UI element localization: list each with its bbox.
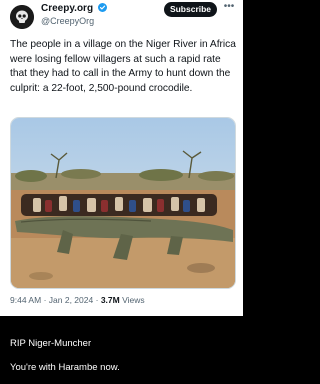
meta-separator: ·: [43, 295, 47, 305]
meta-separator-2: ·: [95, 295, 99, 305]
views-label: Views: [122, 295, 145, 305]
subscribe-button[interactable]: Subscribe: [164, 2, 217, 17]
author-name-text: Creepy.org: [41, 3, 94, 14]
post-meta: 9:44 AM · Jan 2, 2024 · 3.7M Views: [10, 295, 145, 305]
post-time[interactable]: 9:44 AM: [10, 295, 41, 305]
post-text: The people in a village on the Niger Riv…: [10, 39, 236, 94]
crocodile-photo-image: [11, 118, 235, 288]
avatar[interactable]: [10, 5, 34, 29]
more-options-icon[interactable]: •••: [222, 1, 236, 15]
comment-line-1: RIP Niger-Muncher: [10, 338, 92, 349]
post-date[interactable]: Jan 2, 2024: [49, 295, 93, 305]
skull-logo-icon: [10, 5, 34, 29]
views-count: 3.7M: [100, 295, 120, 305]
post-image[interactable]: [10, 117, 236, 289]
post-card: Creepy.org @CreepyOrg Subscribe ••• The …: [0, 0, 243, 316]
verified-badge-icon: [97, 3, 107, 12]
author-handle[interactable]: @CreepyOrg: [41, 16, 94, 26]
author-name[interactable]: Creepy.org: [41, 3, 107, 14]
comment-line-2: You're with Harambe now.: [10, 362, 120, 373]
